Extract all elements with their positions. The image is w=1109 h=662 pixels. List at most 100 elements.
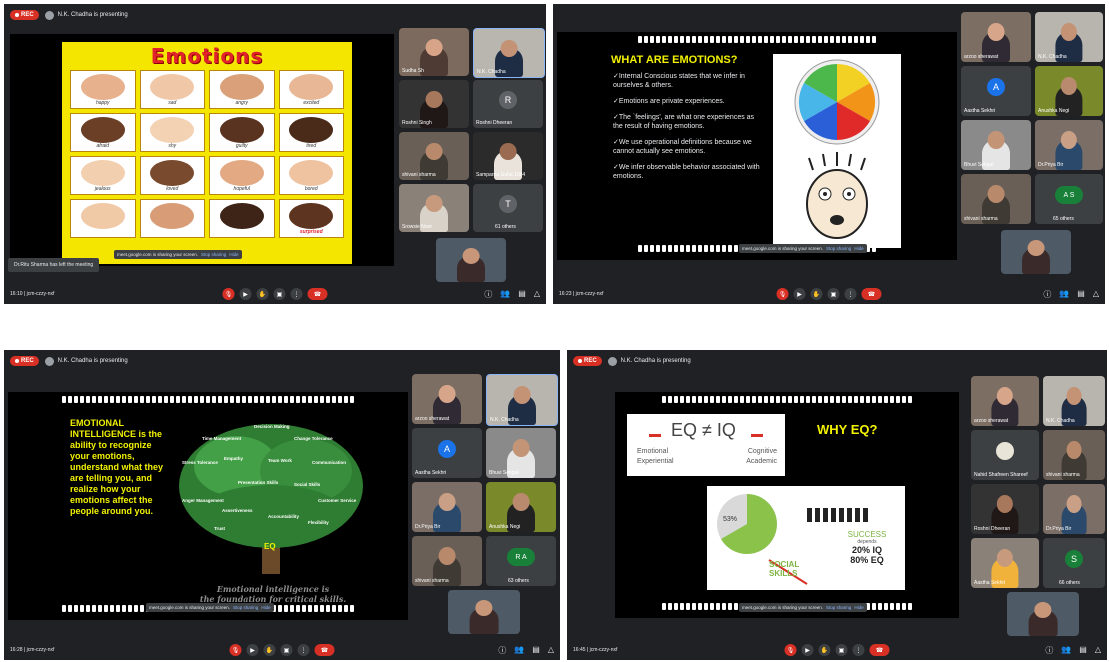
stop-sharing-button[interactable]: Stop sharing: [201, 252, 226, 257]
more-options-button[interactable]: ⋮: [844, 288, 857, 300]
participant-tile[interactable]: arzoo sherawat: [412, 374, 482, 424]
participant-tile[interactable]: Sudha Sh: [399, 28, 469, 76]
participant-name: Dr.Priya Bir: [1038, 162, 1064, 168]
cognitive-label: Cognitive: [747, 448, 777, 455]
participant-tile[interactable]: N.K. Chadha: [1035, 12, 1103, 62]
raise-hand-button[interactable]: ✋: [818, 644, 831, 656]
present-button[interactable]: ▣: [835, 644, 848, 656]
avatar: A: [987, 78, 1005, 96]
participant-tile[interactable]: N.K. Chadha: [473, 28, 545, 78]
participant-tile[interactable]: shivani sharma: [961, 174, 1031, 224]
mic-off-button[interactable]: 🎙: [784, 644, 797, 656]
camera-button[interactable]: ▶: [246, 644, 259, 656]
toast-text: meet.google.com is sharing your screen.: [117, 252, 199, 257]
present-button[interactable]: ▣: [827, 288, 840, 300]
others-tile[interactable]: T 61 others: [473, 184, 543, 232]
chat-icon[interactable]: ▤: [532, 645, 540, 656]
participant-tile[interactable]: shivani sharma: [412, 536, 482, 586]
participant-tile[interactable]: Anushka Negi: [486, 482, 556, 532]
participant-tile[interactable]: N.K. Chadha: [486, 374, 558, 426]
participant-name: Anushka Negi: [1038, 108, 1070, 114]
participant-name: N.K. Chadha: [477, 69, 506, 75]
mic-off-button[interactable]: 🎙: [222, 288, 235, 300]
bullet-list: ✓Internal Conscious states that we infer…: [613, 72, 763, 188]
presenter-avatar: [607, 356, 617, 366]
call-controls: 🎙 ▶ ✋ ▣ ⋮ ☎: [229, 644, 335, 656]
raise-hand-button[interactable]: ✋: [810, 288, 823, 300]
chat-icon[interactable]: ▤: [1079, 645, 1087, 656]
info-icon[interactable]: ⓘ: [1045, 645, 1053, 656]
participant-tile[interactable]: shivani sharma: [1043, 430, 1105, 480]
end-call-button[interactable]: ☎: [869, 644, 890, 656]
participant-name: arzoo sherawat: [415, 416, 450, 422]
participant-tile[interactable]: Bhuvi Sehgal: [486, 428, 556, 478]
mic-off-button[interactable]: 🎙: [229, 644, 242, 656]
mic-off-button[interactable]: 🎙: [776, 288, 789, 300]
participant-tile[interactable]: Dr.Priya Bir: [412, 482, 482, 532]
camera-button[interactable]: ▶: [801, 644, 814, 656]
participant-tile[interactable]: arzoo sherawat: [971, 376, 1039, 426]
participant-tile[interactable]: Samparna Guha 1084: [473, 132, 543, 180]
activities-icon[interactable]: △: [548, 645, 554, 656]
participant-tile[interactable]: Bhuvi Sehgal: [961, 120, 1031, 170]
people-icon[interactable]: 👥: [1061, 645, 1071, 656]
participant-tile[interactable]: Srowsie Noor: [399, 184, 469, 232]
participant-tile[interactable]: Roshni Singh: [399, 80, 469, 128]
activities-icon[interactable]: △: [534, 289, 540, 300]
social-skills-label: SOCIAL SKILLS: [769, 560, 800, 578]
camera-button[interactable]: ▶: [793, 288, 806, 300]
stop-sharing-button[interactable]: Stop sharing: [826, 246, 851, 251]
chat-icon[interactable]: ▤: [518, 289, 526, 300]
side-controls: ⓘ 👥 ▤ △: [1043, 289, 1099, 300]
hide-button[interactable]: Hide: [854, 605, 863, 610]
bottom-bar: 16:23 | jcm-czzy-nxf 🎙 ▶ ✋ ▣ ⋮ ☎ ⓘ 👥 ▤ △: [553, 284, 1105, 304]
more-options-button[interactable]: ⋮: [290, 288, 303, 300]
screen-share-toast: meet.google.com is sharing your screen. …: [146, 603, 274, 612]
end-call-button[interactable]: ☎: [307, 288, 328, 300]
participant-tile[interactable]: Nahid Shafreen Shareef: [971, 430, 1039, 480]
activities-icon[interactable]: △: [1093, 289, 1099, 300]
participant-tile[interactable]: A Aastha Sekhri: [412, 428, 482, 478]
participant-tile[interactable]: Dr.Priya Bir: [1043, 484, 1105, 534]
hide-button[interactable]: Hide: [261, 605, 270, 610]
pie-percent: 53%: [723, 516, 738, 523]
top-bar: REC N.K. Chadha is presenting: [4, 4, 546, 26]
end-call-button[interactable]: ☎: [861, 288, 882, 300]
people-icon[interactable]: 👥: [1059, 289, 1069, 300]
participant-tile[interactable]: Roshni Dheeran: [971, 484, 1039, 534]
meeting-info: 16:23 | jcm-czzy-nxf: [559, 291, 604, 297]
chat-icon[interactable]: ▤: [1077, 289, 1085, 300]
participant-tile[interactable]: shivani sharma: [399, 132, 469, 180]
emotion-card: excited: [278, 70, 344, 109]
end-call-button[interactable]: ☎: [314, 644, 335, 656]
hide-button[interactable]: Hide: [229, 252, 238, 257]
participant-tile[interactable]: Anushka Negi: [1035, 66, 1103, 116]
camera-button[interactable]: ▶: [239, 288, 252, 300]
participant-tile[interactable]: N.K. Chadha: [1043, 376, 1105, 426]
participant-tile[interactable]: R Roshni Dheeran: [473, 80, 543, 128]
people-icon[interactable]: 👥: [514, 645, 524, 656]
present-button[interactable]: ▣: [273, 288, 286, 300]
people-icon[interactable]: 👥: [500, 289, 510, 300]
participant-tile[interactable]: Aastha Sekhri: [971, 538, 1039, 588]
raise-hand-button[interactable]: ✋: [256, 288, 269, 300]
others-tile[interactable]: A S 65 others: [1035, 174, 1103, 224]
present-button[interactable]: ▣: [280, 644, 293, 656]
activities-icon[interactable]: △: [1095, 645, 1101, 656]
raise-hand-button[interactable]: ✋: [263, 644, 276, 656]
info-icon[interactable]: ⓘ: [484, 289, 492, 300]
stop-sharing-button[interactable]: Stop sharing: [233, 605, 258, 610]
participant-tile[interactable]: A Aastha Sekhri: [961, 66, 1031, 116]
others-tile[interactable]: R A 63 others: [486, 536, 556, 586]
participant-tile[interactable]: Dr.Priya Bir: [1035, 120, 1103, 170]
more-options-button[interactable]: ⋮: [297, 644, 310, 656]
participant-tile[interactable]: arzoo sherawat: [961, 12, 1031, 62]
info-icon[interactable]: ⓘ: [1043, 289, 1051, 300]
more-options-button[interactable]: ⋮: [852, 644, 865, 656]
tree-word: Empathy: [224, 456, 244, 461]
info-icon[interactable]: ⓘ: [498, 645, 506, 656]
hide-button[interactable]: Hide: [854, 246, 863, 251]
record-dot-icon: [15, 13, 19, 17]
stop-sharing-button[interactable]: Stop sharing: [826, 605, 851, 610]
others-tile[interactable]: S 66 others: [1043, 538, 1105, 588]
